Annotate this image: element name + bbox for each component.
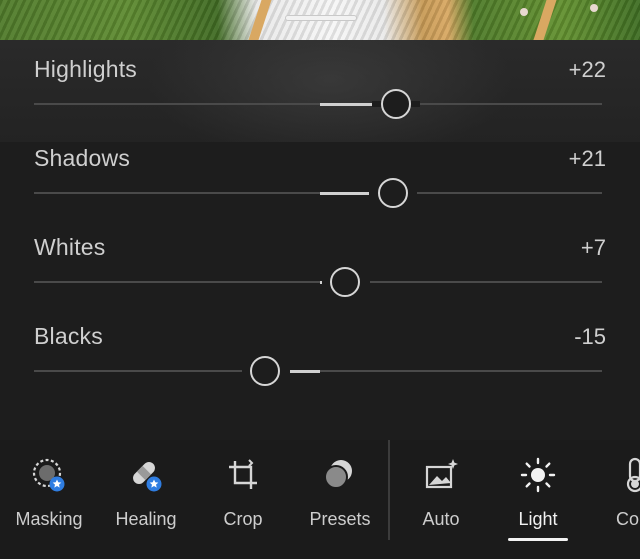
sun-icon: [520, 457, 556, 493]
slider-track[interactable]: [34, 192, 602, 194]
slider-track[interactable]: [34, 103, 602, 105]
presets-icon: [324, 460, 352, 489]
slider-value: +21: [568, 146, 606, 171]
tool-crop[interactable]: Crop: [203, 455, 283, 545]
tool-healing[interactable]: Healing: [106, 455, 186, 545]
tool-color[interactable]: Col: [606, 455, 640, 545]
tool-label: Col: [616, 509, 640, 529]
tool-presets[interactable]: Presets: [300, 455, 380, 545]
tool-label: Masking: [15, 509, 83, 529]
tool-label: Light: [518, 509, 558, 529]
slider-label: Shadows: [34, 145, 131, 171]
auto-icon: [425, 459, 458, 489]
slider-fill: [290, 370, 320, 373]
tool-light[interactable]: Light: [498, 455, 578, 545]
photo-flower: [520, 8, 528, 16]
slider-track[interactable]: [34, 281, 602, 283]
tool-masking[interactable]: Masking: [9, 455, 89, 545]
slider-label: Whites: [34, 234, 106, 260]
slider-fill: [320, 192, 369, 195]
slider-thumb[interactable]: [250, 356, 280, 386]
slider-highlights[interactable]: Highlights +22: [0, 52, 640, 142]
slider-thumb[interactable]: [381, 89, 411, 119]
slider-value: +7: [580, 235, 606, 260]
slider-whites[interactable]: Whites +7: [0, 230, 640, 320]
tool-label: Healing: [115, 509, 177, 529]
healing-icon: [133, 462, 162, 492]
tool-auto[interactable]: Auto: [401, 455, 481, 545]
slider-value: +22: [568, 57, 606, 82]
crop-icon: [229, 459, 257, 489]
slider-fill: [320, 103, 372, 106]
active-tab-underline: [508, 538, 568, 541]
slider-value: -15: [574, 324, 606, 349]
tool-label: Crop: [223, 509, 263, 529]
drag-handle[interactable]: [285, 15, 357, 21]
slider-blacks[interactable]: Blacks -15: [0, 319, 640, 409]
slider-label: Blacks: [34, 323, 103, 349]
slider-thumb[interactable]: [378, 178, 408, 208]
toolbar-divider: [388, 440, 390, 540]
slider-shadows[interactable]: Shadows +21: [0, 141, 640, 231]
masking-icon: [32, 458, 65, 492]
tool-label: Presets: [309, 509, 371, 529]
slider-label: Highlights: [34, 56, 137, 82]
slider-thumb[interactable]: [330, 267, 360, 297]
photo-flower: [590, 4, 598, 12]
thermometer-icon: [626, 457, 640, 493]
tool-label: Auto: [422, 509, 460, 529]
